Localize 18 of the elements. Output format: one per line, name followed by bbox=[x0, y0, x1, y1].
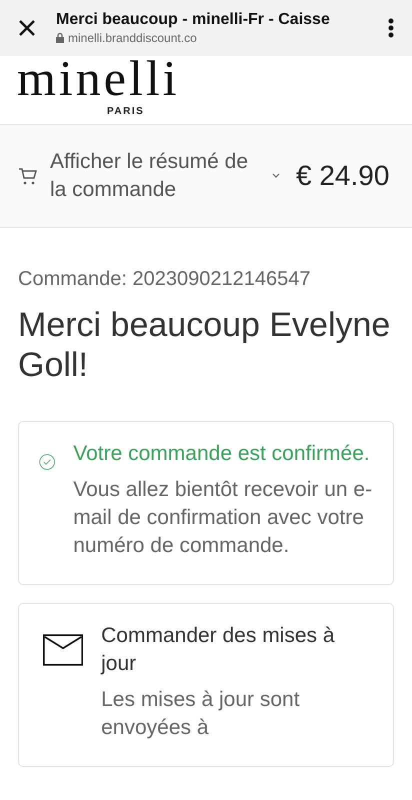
card-text: Vous allez bientôt recevoir un e-mail de confirmation avec votre numéro de commande. bbox=[73, 477, 373, 559]
card-title: Votre commande est confirmée. bbox=[73, 441, 371, 467]
page-title: Merci beaucoup - minelli-Fr - Caisse bbox=[56, 11, 331, 29]
cart-icon bbox=[18, 166, 38, 186]
brand-tagline: PARIS bbox=[107, 106, 144, 117]
card-title: Commander des mises à jour bbox=[101, 623, 336, 677]
page-url: minelli.branddiscount.co bbox=[68, 31, 197, 45]
envelope-icon bbox=[43, 632, 84, 668]
summary-label: Afficher le résumé de la commande bbox=[50, 149, 250, 203]
order-number: Commande: 2023090212146547 bbox=[18, 268, 312, 291]
brand-logo: minelli bbox=[17, 58, 180, 98]
more-options-icon[interactable] bbox=[388, 18, 394, 38]
lock-icon bbox=[56, 33, 64, 43]
order-total: € 24.90 bbox=[296, 160, 390, 192]
thank-you-heading: Merci beaucoup Evelyne Goll! bbox=[18, 305, 392, 385]
order-summary-toggle[interactable]: Afficher le résumé de la commande € 24.90 bbox=[0, 124, 412, 228]
close-icon[interactable] bbox=[18, 19, 36, 37]
card-text: Les mises à jour sont envoyées à bbox=[101, 687, 301, 741]
